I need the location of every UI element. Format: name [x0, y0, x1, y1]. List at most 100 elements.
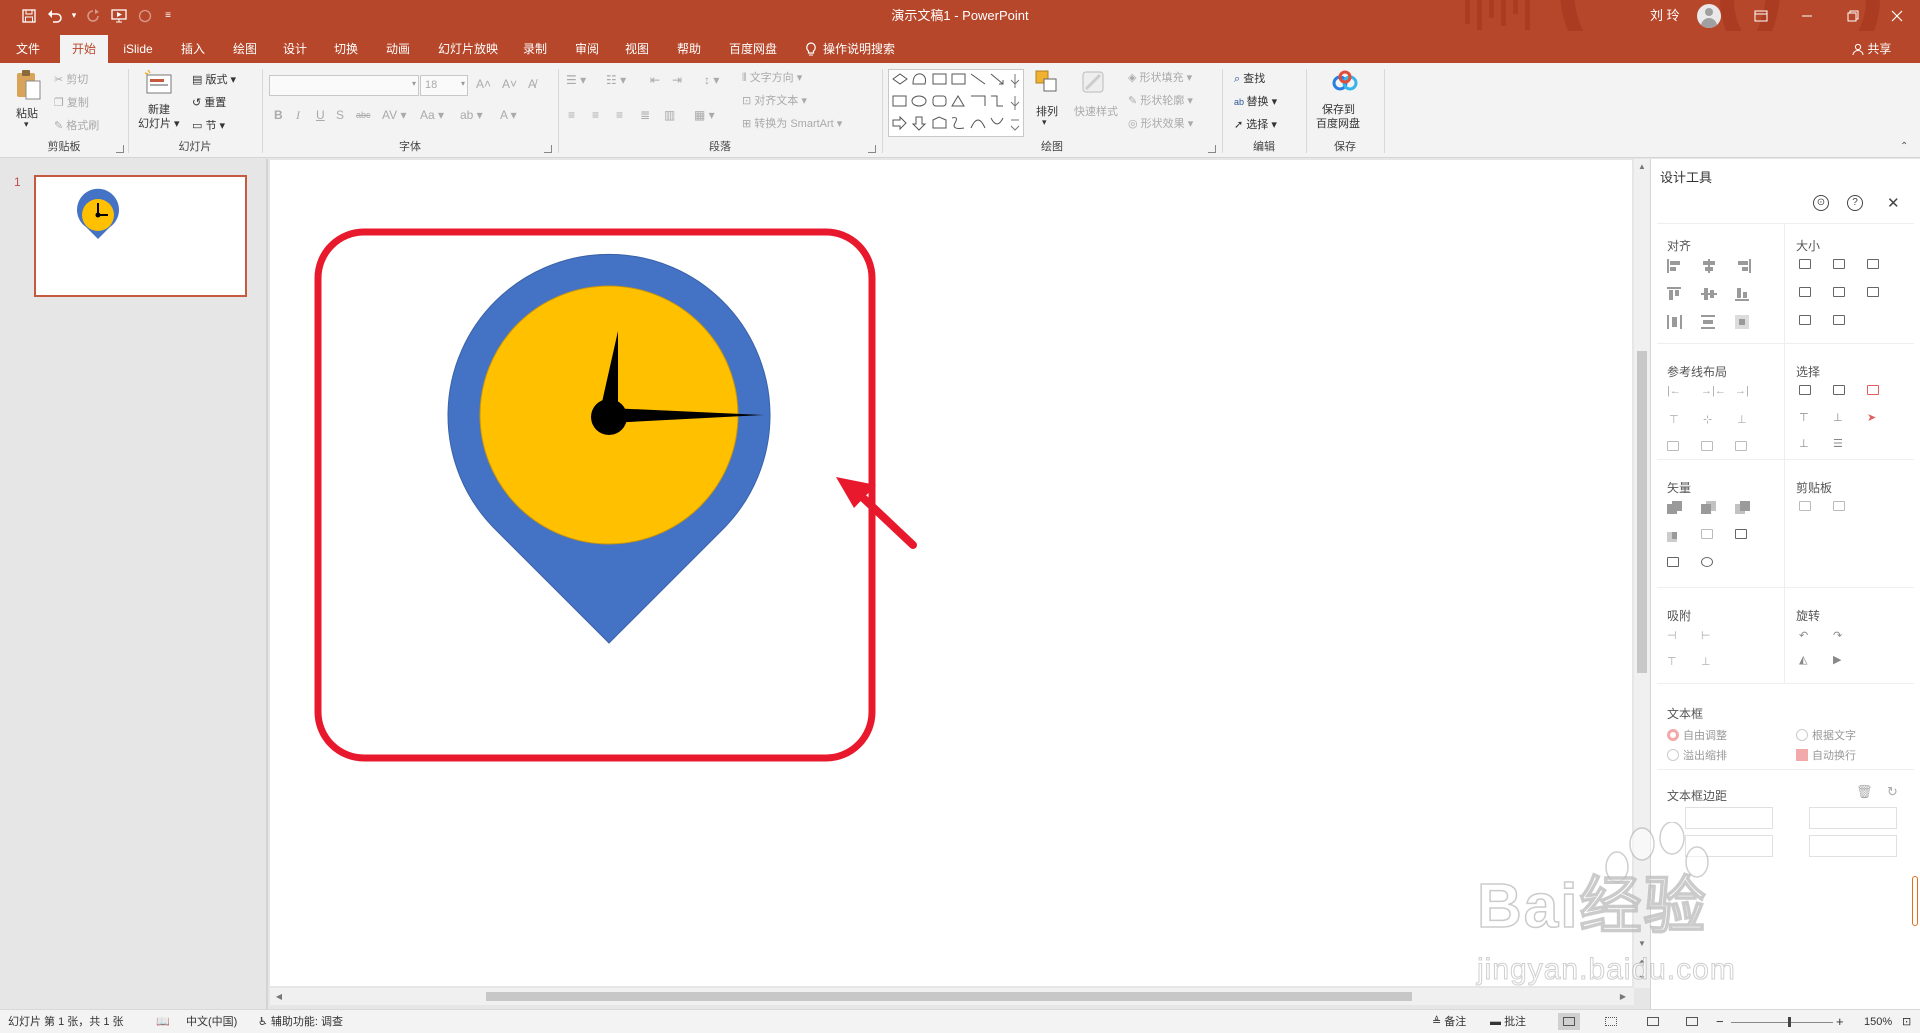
guide-height-icon[interactable] — [1701, 441, 1713, 451]
normal-view-icon[interactable] — [1558, 1013, 1580, 1030]
vertical-scroll-thumb[interactable] — [1637, 351, 1647, 673]
format-painter-button[interactable]: ✎ 格式刷 — [54, 117, 99, 133]
select-middle-icon[interactable]: ⊥ — [1833, 411, 1843, 424]
slide-canvas[interactable] — [270, 160, 1632, 986]
undo-icon[interactable] — [42, 4, 68, 28]
horizontal-scroll-thumb[interactable] — [486, 992, 1412, 1001]
accessibility-status[interactable]: ♿ 辅助功能: 调查 — [258, 1010, 343, 1033]
select-pointer-icon[interactable]: ➤ — [1867, 411, 1876, 424]
arrange-dropdown-icon[interactable]: ▾ — [1042, 117, 1047, 128]
auto-wrap-option[interactable]: 自动换行 — [1796, 747, 1856, 763]
shapes-gallery[interactable] — [888, 69, 1024, 137]
align-text-button[interactable]: ⊡ 对齐文本 ▾ — [742, 92, 807, 108]
slideshow-view-icon[interactable] — [1681, 1013, 1703, 1030]
auto-adjust-option[interactable]: 自由调整 — [1667, 727, 1727, 743]
radio[interactable] — [1667, 749, 1679, 761]
flip-horizontal-icon[interactable]: ◭ — [1799, 653, 1807, 666]
grow-font-icon[interactable]: A˄ — [476, 77, 491, 91]
edit-points-icon[interactable] — [1735, 529, 1747, 539]
same-width-icon[interactable] — [1799, 259, 1811, 269]
margin-bottom-input[interactable] — [1809, 835, 1897, 857]
text-direction-button[interactable]: ⫴ 文字方向 ▾ — [742, 69, 802, 85]
align-right-icon[interactable] — [1735, 259, 1751, 273]
char-spacing-icon[interactable]: AV ▾ — [382, 108, 406, 122]
clipboard-launcher-icon[interactable] — [116, 145, 124, 153]
layout-button[interactable]: ▤ 版式 ▾ — [192, 71, 236, 87]
font-color-icon[interactable]: A ▾ — [500, 108, 517, 122]
radio[interactable] — [1796, 729, 1808, 741]
align-right-icon[interactable]: ≡ — [616, 108, 623, 122]
margin-top-input[interactable] — [1685, 835, 1773, 857]
shape-effects-button[interactable]: ◎ 形状效果 ▾ — [1128, 115, 1193, 131]
select-same-icon[interactable] — [1799, 385, 1811, 395]
quick-styles-button[interactable]: 快速样式 — [1074, 103, 1118, 119]
refresh-icon[interactable]: ↻ — [1887, 784, 1898, 800]
avatar[interactable] — [1697, 4, 1721, 28]
radio-selected[interactable] — [1667, 729, 1679, 741]
same-height-icon[interactable] — [1833, 259, 1845, 269]
collapse-ribbon-icon[interactable]: ⌃ — [1900, 141, 1908, 152]
subtract-icon[interactable] — [1701, 529, 1713, 539]
extend-both-icon[interactable] — [1867, 287, 1879, 297]
snap-left-icon[interactable]: ⊣ — [1667, 629, 1677, 642]
font-name-box[interactable]: ▾ — [269, 75, 419, 96]
user-name[interactable]: 刘 玲 — [1650, 0, 1680, 31]
reading-view-icon[interactable] — [1642, 1013, 1664, 1030]
shadow-icon[interactable]: S — [336, 108, 344, 122]
align-left-icon[interactable] — [1667, 259, 1683, 273]
slide-thumbnail[interactable] — [34, 175, 247, 297]
italic-icon[interactable]: I — [296, 108, 300, 123]
justify-icon[interactable]: ≣ — [640, 108, 650, 122]
zoom-in-icon[interactable]: + — [1836, 1010, 1844, 1033]
distribute-icon[interactable]: ▥ — [664, 108, 675, 122]
fragment-icon[interactable] — [1735, 501, 1751, 515]
comments-button[interactable]: ▬ 批注 — [1490, 1010, 1526, 1033]
same-size-icon[interactable] — [1867, 259, 1879, 269]
align-top-icon[interactable] — [1667, 287, 1683, 301]
zoom-out-icon[interactable]: − — [1716, 1010, 1724, 1033]
help-icon[interactable]: ? — [1847, 195, 1863, 211]
replace-button[interactable]: ab 替换 ▾ — [1234, 93, 1277, 109]
extend-bottom-icon[interactable] — [1833, 315, 1845, 325]
intersect-icon[interactable] — [1667, 529, 1683, 543]
align-bottom-icon[interactable] — [1735, 287, 1751, 301]
snap-right-icon[interactable]: ⊢ — [1701, 629, 1711, 642]
underline-icon[interactable]: U — [316, 108, 325, 122]
rotate-left-icon[interactable]: ↶ — [1799, 629, 1808, 642]
scroll-right-icon[interactable]: ▶ — [1616, 990, 1630, 1004]
snap-top-icon[interactable]: ⊤ — [1667, 655, 1677, 668]
close-pane-icon[interactable]: ✕ — [1887, 194, 1900, 212]
start-presentation-icon[interactable] — [106, 4, 132, 28]
snap-bottom-icon[interactable]: ⊥ — [1701, 655, 1711, 668]
combine-icon[interactable] — [1701, 501, 1717, 515]
margin-left-input[interactable] — [1685, 807, 1773, 829]
baidu-netdisk-icon[interactable] — [1330, 69, 1360, 95]
select-bottom-icon[interactable]: ⊥ — [1799, 437, 1809, 450]
zoom-slider-thumb[interactable] — [1788, 1017, 1791, 1027]
ribbon-display-options-icon[interactable] — [1738, 0, 1784, 31]
highlight-icon[interactable]: ab ▾ — [460, 108, 483, 122]
arrange-icon[interactable] — [1034, 69, 1060, 97]
align-to-slide-icon[interactable] — [1735, 315, 1751, 329]
tab-review[interactable]: 审阅 — [564, 35, 610, 63]
slide-sorter-view-icon[interactable] — [1600, 1013, 1622, 1030]
tab-home[interactable]: 开始 — [60, 35, 108, 63]
shrink-font-icon[interactable]: A˅ — [502, 77, 517, 91]
paste-dropdown-icon[interactable]: ▾ — [24, 119, 29, 130]
text-to-shape-icon[interactable] — [1667, 557, 1679, 567]
tab-baidu-netdisk[interactable]: 百度网盘 — [720, 35, 786, 63]
fit-text-option[interactable]: 根据文字 — [1796, 727, 1856, 743]
shape-convert-icon[interactable] — [1701, 557, 1713, 567]
fit-to-window-icon[interactable]: ⊡ — [1902, 1010, 1911, 1033]
convert-smartart-button[interactable]: ⊞ 转换为 SmartArt ▾ — [742, 115, 842, 131]
share-button[interactable]: 共享 — [1852, 35, 1891, 63]
extend-top-icon[interactable] — [1799, 315, 1811, 325]
design-tools-scroll-thumb[interactable] — [1912, 876, 1918, 926]
select-group-icon[interactable]: ☰ — [1833, 437, 1843, 450]
align-center-icon[interactable]: ≡ — [592, 108, 599, 122]
paragraph-launcher-icon[interactable] — [868, 145, 876, 153]
cut-button[interactable]: ✂ 剪切 — [54, 71, 88, 87]
new-slide-label[interactable]: 幻灯片 ▾ — [138, 115, 180, 131]
guide-top-icon[interactable]: ⊤ — [1669, 413, 1679, 426]
trash-icon[interactable]: 🗑 — [1856, 784, 1873, 800]
